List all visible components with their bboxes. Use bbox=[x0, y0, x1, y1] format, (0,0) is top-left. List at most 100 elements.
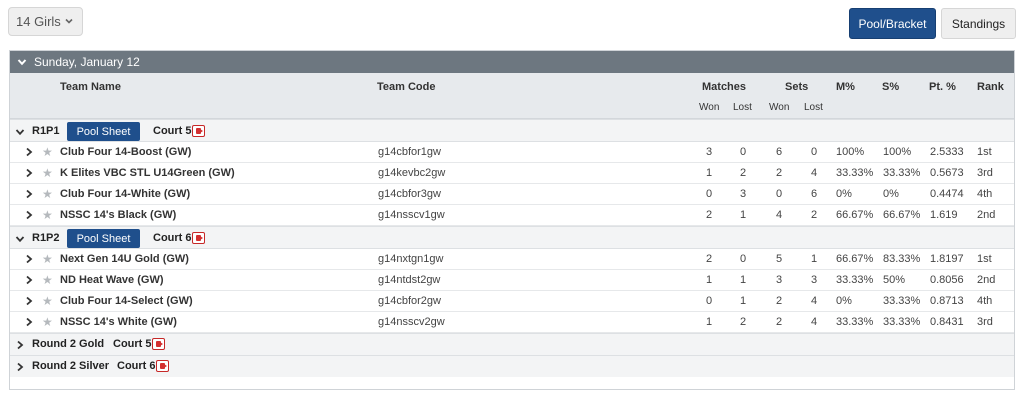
col-sets-won: Won bbox=[769, 102, 790, 113]
team-name[interactable]: NSSC 14's White (GW) bbox=[60, 316, 177, 328]
table-row[interactable]: ★ Club Four 14-Boost (GW) g14cbfor1gw 3 … bbox=[10, 142, 1014, 163]
rank: 2nd bbox=[977, 209, 996, 221]
team-code: g14nxtgn1gw bbox=[378, 253, 444, 265]
match-pct: 33.33% bbox=[836, 167, 874, 179]
match-pct: 33.33% bbox=[836, 316, 874, 328]
rank: 3rd bbox=[977, 316, 993, 328]
chevron-down-icon bbox=[15, 129, 25, 136]
set-pct: 33.33% bbox=[883, 167, 921, 179]
matches-won: 1 bbox=[705, 316, 713, 328]
video-camera-icon[interactable] bbox=[192, 125, 205, 137]
set-pct: 33.33% bbox=[883, 316, 921, 328]
toolbar: 14 Girls Pool/Bracket Standings bbox=[0, 0, 1024, 48]
rank: 4th bbox=[977, 188, 993, 200]
video-camera-icon[interactable] bbox=[152, 338, 165, 350]
team-code: g14cbfor2gw bbox=[378, 295, 441, 307]
sets-won: 3 bbox=[775, 274, 783, 286]
day-header[interactable]: Sunday, January 12 bbox=[10, 51, 1014, 73]
col-sets-lost: Lost bbox=[804, 102, 823, 113]
chevron-right-icon[interactable] bbox=[24, 254, 34, 264]
sets-lost: 2 bbox=[810, 209, 818, 221]
chevron-right-icon[interactable] bbox=[24, 147, 34, 157]
matches-won: 0 bbox=[705, 188, 713, 200]
col-matches-lost: Lost bbox=[733, 102, 752, 113]
point-pct: 2.5333 bbox=[930, 146, 964, 158]
match-pct: 66.67% bbox=[836, 253, 874, 265]
col-s-pct: S% bbox=[882, 81, 900, 93]
chevron-down-icon bbox=[17, 59, 27, 66]
team-name[interactable]: Club Four 14-White (GW) bbox=[60, 188, 190, 200]
table-row[interactable]: ★ Club Four 14-White (GW) g14cbfor3gw 0 … bbox=[10, 184, 1014, 205]
pool-header-r1p2[interactable]: R1P2 Pool Sheet Court 6 bbox=[10, 226, 1014, 249]
star-icon[interactable]: ★ bbox=[42, 187, 53, 201]
matches-won: 1 bbox=[705, 274, 713, 286]
table-row[interactable]: ★ NSSC 14's Black (GW) g14nsscv1gw 2 1 4… bbox=[10, 205, 1014, 226]
match-pct: 66.67% bbox=[836, 209, 874, 221]
video-camera-icon[interactable] bbox=[192, 232, 205, 244]
table-row[interactable]: ★ Club Four 14-Select (GW) g14cbfor2gw 0… bbox=[10, 291, 1014, 312]
chevron-right-icon[interactable] bbox=[24, 275, 34, 285]
star-icon[interactable]: ★ bbox=[42, 273, 53, 287]
point-pct: 0.8713 bbox=[930, 295, 964, 307]
sets-lost: 4 bbox=[810, 167, 818, 179]
rank: 1st bbox=[977, 253, 992, 265]
team-name[interactable]: NSSC 14's Black (GW) bbox=[60, 209, 176, 221]
point-pct: 0.8431 bbox=[930, 316, 964, 328]
table-row[interactable]: ★ K Elites VBC STL U14Green (GW) g14kevb… bbox=[10, 163, 1014, 184]
matches-won: 2 bbox=[705, 209, 713, 221]
pool-sheet-button[interactable]: Pool Sheet bbox=[67, 229, 140, 248]
standings-button[interactable]: Standings bbox=[941, 8, 1016, 39]
sets-won: 2 bbox=[775, 316, 783, 328]
star-icon[interactable]: ★ bbox=[42, 252, 53, 266]
chevron-right-icon[interactable] bbox=[24, 296, 34, 306]
star-icon[interactable]: ★ bbox=[42, 166, 53, 180]
matches-lost: 0 bbox=[739, 253, 747, 265]
division-select-value: 14 Girls bbox=[16, 14, 61, 29]
sets-won: 6 bbox=[775, 146, 783, 158]
table-row[interactable]: ★ ND Heat Wave (GW) g14ntdst2gw 1 1 3 3 … bbox=[10, 270, 1014, 291]
court-label: Court 6 bbox=[117, 360, 156, 372]
star-icon[interactable]: ★ bbox=[42, 208, 53, 222]
point-pct: 1.8197 bbox=[930, 253, 964, 265]
team-name[interactable]: Next Gen 14U Gold (GW) bbox=[60, 253, 189, 265]
star-icon[interactable]: ★ bbox=[42, 294, 53, 308]
pool-sheet-button[interactable]: Pool Sheet bbox=[67, 122, 140, 141]
point-pct: 0.5673 bbox=[930, 167, 964, 179]
team-name[interactable]: Club Four 14-Boost (GW) bbox=[60, 146, 191, 158]
col-matches: Matches bbox=[702, 81, 747, 93]
pool-header-r1p1[interactable]: R1P1 Pool Sheet Court 5 bbox=[10, 119, 1014, 142]
match-pct: 33.33% bbox=[836, 274, 874, 286]
chevron-right-icon[interactable] bbox=[24, 168, 34, 178]
set-pct: 0% bbox=[883, 188, 899, 200]
team-name[interactable]: K Elites VBC STL U14Green (GW) bbox=[60, 167, 235, 179]
video-camera-icon[interactable] bbox=[156, 360, 169, 372]
sets-lost: 6 bbox=[810, 188, 818, 200]
rank: 2nd bbox=[977, 274, 996, 286]
chevron-right-icon[interactable] bbox=[24, 317, 34, 327]
division-select[interactable]: 14 Girls bbox=[8, 7, 83, 36]
chevron-right-icon bbox=[17, 340, 24, 350]
team-name[interactable]: Club Four 14-Select (GW) bbox=[60, 295, 193, 307]
round-name: Round 2 Silver bbox=[32, 360, 110, 372]
set-pct: 50% bbox=[883, 274, 906, 286]
chevron-right-icon[interactable] bbox=[24, 210, 34, 220]
round-header-silver[interactable]: Round 2 Silver Court 6 bbox=[10, 355, 1014, 377]
match-pct: 0% bbox=[836, 295, 852, 307]
sets-lost: 0 bbox=[810, 146, 818, 158]
table-row[interactable]: ★ Next Gen 14U Gold (GW) g14nxtgn1gw 2 0… bbox=[10, 249, 1014, 270]
set-pct: 100% bbox=[883, 146, 912, 158]
court-label: Court 5 bbox=[113, 338, 152, 350]
star-icon[interactable]: ★ bbox=[42, 145, 53, 159]
point-pct: 0.4474 bbox=[930, 188, 964, 200]
star-icon[interactable]: ★ bbox=[42, 315, 53, 329]
round-header-gold[interactable]: Round 2 Gold Court 5 bbox=[10, 333, 1014, 355]
pool-bracket-button[interactable]: Pool/Bracket bbox=[849, 8, 936, 39]
table-row[interactable]: ★ NSSC 14's White (GW) g14nsscv2gw 1 2 2… bbox=[10, 312, 1014, 333]
matches-won: 3 bbox=[705, 146, 713, 158]
chevron-right-icon[interactable] bbox=[24, 189, 34, 199]
rank: 3rd bbox=[977, 167, 993, 179]
matches-lost: 1 bbox=[739, 295, 747, 307]
team-name[interactable]: ND Heat Wave (GW) bbox=[60, 274, 164, 286]
match-pct: 0% bbox=[836, 188, 852, 200]
team-code: g14nsscv2gw bbox=[378, 316, 445, 328]
